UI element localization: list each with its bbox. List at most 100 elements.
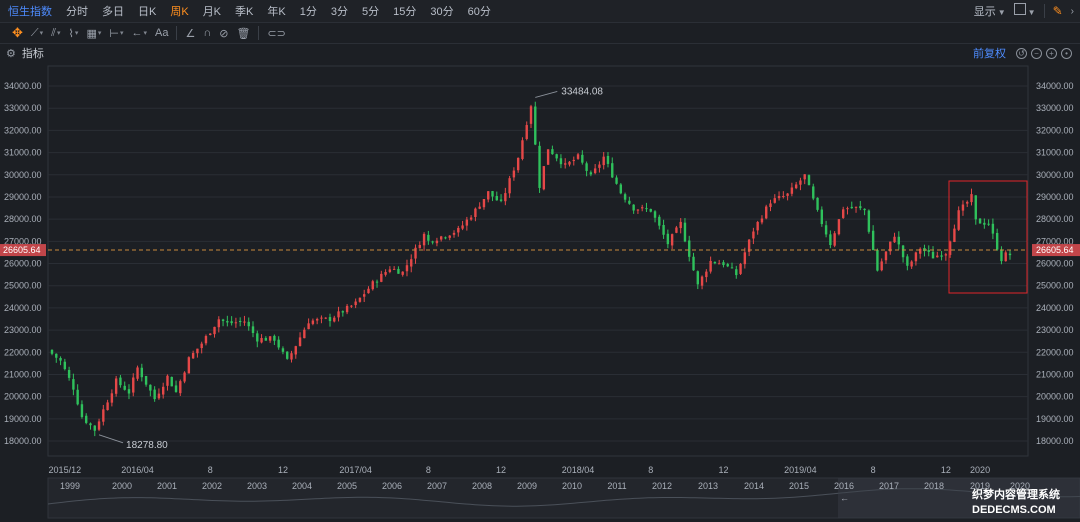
candle-up (324, 317, 327, 319)
y-tick-label: 21000.00 (1036, 369, 1074, 379)
tab-60min[interactable]: 60分 (461, 3, 498, 19)
navigator-year-label: 2002 (202, 481, 222, 491)
period-tab-bar: 恒生指数 分时 多日 日K 周K 月K 季K 年K 1分 3分 5分 15分 3… (0, 0, 1080, 23)
candle-down (645, 208, 648, 210)
candle-down (1008, 253, 1012, 256)
x-tick-label: 2019/04 (784, 465, 817, 475)
tab-30min[interactable]: 30分 (423, 3, 460, 19)
hide-icon[interactable]: ⊘ (215, 27, 232, 40)
candle-down (221, 319, 225, 322)
time-navigator[interactable]: 1999 2000 2001 2002 2003 2004 2005 2006 2007 2008… (47, 477, 1080, 519)
navigator-year-label: 2010 (562, 481, 582, 491)
line-draw-icon[interactable]: ⟋ ▾ (27, 27, 47, 40)
navigator-year-label: 2014 (744, 481, 764, 491)
candle-down (55, 353, 58, 358)
candle-up (773, 198, 776, 203)
candle-up (794, 184, 798, 189)
candle-up (521, 140, 524, 159)
divider (1043, 4, 1045, 18)
tab-3min[interactable]: 3分 (324, 3, 355, 19)
chevron-down-icon: ▼ (997, 8, 1006, 17)
candle-down (927, 250, 930, 252)
navigator-year-label: 1999 (60, 481, 80, 491)
tab-intraday[interactable]: 分时 (59, 3, 95, 19)
undo-icon[interactable]: ↺ (1016, 47, 1027, 59)
candle-up (487, 191, 490, 200)
adjust-mode-button[interactable]: 前复权 (973, 45, 1006, 61)
tab-daily-k[interactable]: 日K (131, 3, 163, 19)
tab-monthly-k[interactable]: 月K (196, 3, 228, 19)
tab-1min[interactable]: 1分 (293, 3, 324, 19)
candle-down (658, 216, 661, 226)
indicator-label[interactable]: 指标 (22, 45, 44, 61)
gear-icon[interactable]: ⚙ (6, 47, 16, 60)
zoom-out-icon[interactable]: − (1031, 47, 1042, 59)
candle-down (555, 154, 558, 159)
candle-down (375, 281, 379, 283)
candle-down (974, 195, 977, 220)
settings-icon[interactable]: • (1061, 47, 1072, 59)
move-icon[interactable]: ✥ (0, 25, 27, 41)
candle-up (414, 247, 417, 259)
text-draw-icon[interactable]: Aa (151, 27, 172, 39)
candlestick-chart[interactable]: 34000.00 33000.00 32000.00 31000.00 30000.00… (0, 62, 1080, 522)
candle-down (906, 256, 909, 266)
x-tick-label: 12 (496, 465, 506, 475)
candle-up (187, 357, 191, 374)
tab-quarterly-k[interactable]: 季K (228, 3, 260, 19)
tab-multi-day[interactable]: 多日 (95, 3, 131, 19)
tab-weekly-k[interactable]: 周K (163, 3, 195, 19)
arrow-draw-icon[interactable]: ← ▾ (127, 27, 151, 39)
link-icon[interactable]: ⊂⊃ (263, 27, 289, 40)
candle-down (286, 351, 289, 359)
candle-up (268, 336, 272, 341)
navigator-handle: ← (840, 493, 849, 503)
navigator-year-label: 2016 (834, 481, 854, 491)
candle-up (452, 232, 456, 235)
candle-up (196, 348, 199, 354)
layout-toggle[interactable]: ▼ (1013, 2, 1036, 20)
navigator-year-label: 2001 (157, 481, 177, 491)
display-label: 显示 (973, 6, 996, 18)
x-tick-label: 2020 (970, 465, 990, 475)
watermark-domain: DEDECMS.COM (972, 504, 1056, 516)
fib-draw-icon[interactable]: ▦ ▾ (82, 27, 105, 40)
candle-up (183, 372, 186, 382)
tab-index-name[interactable]: 恒生指数 (0, 3, 59, 19)
divider (258, 26, 260, 40)
candle-down (247, 321, 250, 327)
candle-up (345, 305, 349, 313)
candle-down (67, 370, 71, 378)
pencil-icon[interactable]: ✎ (1053, 4, 1063, 18)
candle-up (161, 386, 165, 395)
y-axis-left: 34000.00 33000.00 32000.00 31000.00 30000.00… (4, 81, 42, 446)
candle-down (238, 321, 242, 323)
trash-icon[interactable]: 🗑 (232, 27, 254, 40)
candle-up (1004, 252, 1007, 262)
zoom-in-icon[interactable]: + (1046, 47, 1057, 59)
candle-up (564, 163, 567, 165)
y-tick-label: 31000.00 (1036, 148, 1074, 158)
candle-up (392, 268, 396, 270)
angle-icon[interactable]: ∠ (181, 27, 199, 40)
candle-down (170, 376, 173, 387)
candle-down (59, 357, 62, 361)
collapse-icon[interactable]: › (1071, 6, 1074, 17)
tab-yearly-k[interactable]: 年K (260, 3, 292, 19)
candle-down (127, 389, 131, 394)
display-dropdown[interactable]: 显示 ▼ (974, 2, 1006, 20)
candle-up (508, 178, 511, 194)
channel-draw-icon[interactable]: ⫽ ▾ (47, 27, 64, 40)
tab-15min[interactable]: 15分 (386, 3, 423, 19)
candle-up (401, 271, 404, 275)
candle-up (970, 194, 973, 203)
magnet-icon[interactable]: ∩ (199, 27, 215, 39)
tab-5min[interactable]: 5分 (355, 3, 386, 19)
measure-draw-icon[interactable]: ⊢ ▾ (105, 27, 127, 40)
candle-up (260, 338, 263, 343)
wave-draw-icon[interactable]: ⌇ ▾ (65, 27, 83, 40)
candle-down (230, 321, 233, 324)
candle-down (807, 175, 811, 186)
candle-up (833, 233, 836, 246)
candle-up (961, 204, 965, 211)
